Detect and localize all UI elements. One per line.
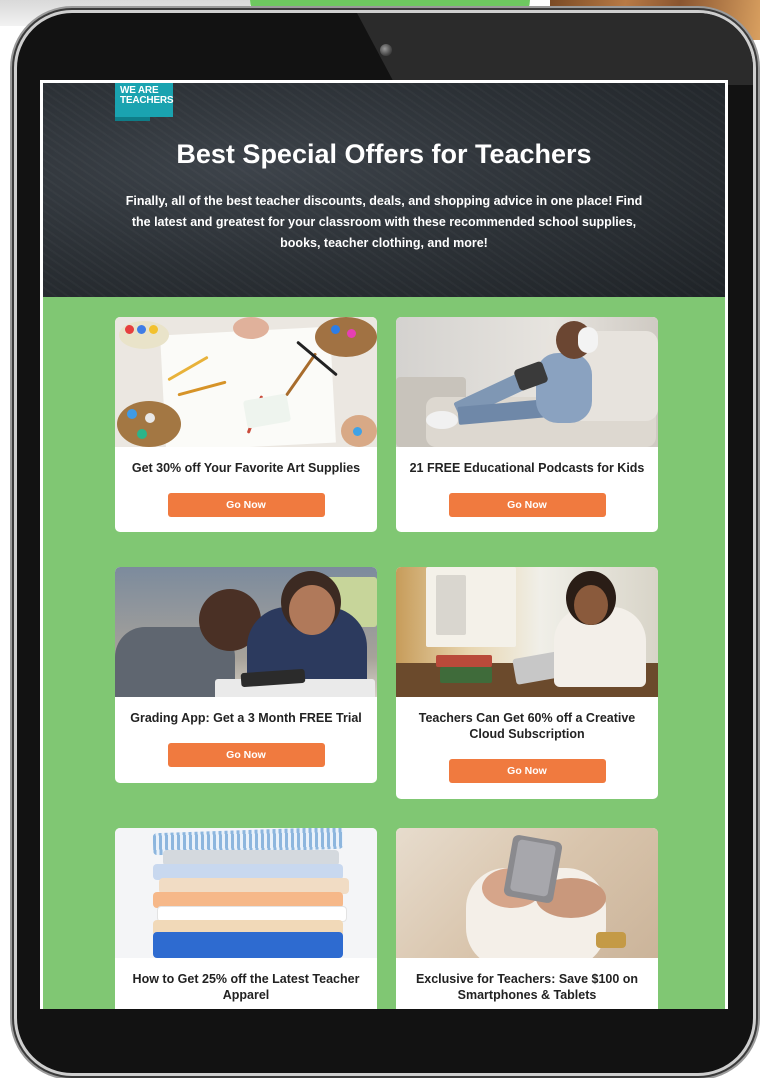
offer-card: Teachers Can Get 60% off a Creative Clou… xyxy=(396,567,658,799)
go-now-button[interactable]: Go Now xyxy=(167,743,325,767)
offer-card: Grading App: Get a 3 Month FREE Trial Go… xyxy=(115,567,377,783)
web-page: WE ARE TEACHERS Best Special Offers for … xyxy=(43,83,725,1009)
logo-line-2: TEACHERS xyxy=(120,95,174,106)
offer-card: Get 30% off Your Favorite Art Supplies G… xyxy=(115,317,377,532)
camera-icon xyxy=(380,44,392,56)
offer-title: Exclusive for Teachers: Save $100 on Sma… xyxy=(415,972,639,1002)
we-are-teachers-logo[interactable]: WE ARE TEACHERS xyxy=(115,83,174,121)
woman-at-laptop-photo xyxy=(396,567,658,697)
offer-title: Get 30% off Your Favorite Art Supplies xyxy=(131,461,361,475)
tablet-reflection xyxy=(357,13,753,85)
folded-shirts-photo xyxy=(115,828,377,958)
kid-with-headphones-photo xyxy=(396,317,658,447)
page-title: Best Special Offers for Teachers xyxy=(176,139,592,169)
offer-card: 21 FREE Educational Podcasts for Kids Go… xyxy=(396,317,658,532)
tablet-screen: WE ARE TEACHERS Best Special Offers for … xyxy=(40,80,728,1009)
offer-title: Grading App: Get a 3 Month FREE Trial xyxy=(130,711,362,725)
art-supplies-photo xyxy=(115,317,377,447)
offer-card: Exclusive for Teachers: Save $100 on Sma… xyxy=(396,828,658,1009)
offer-title: Teachers Can Get 60% off a Creative Clou… xyxy=(418,711,636,741)
kids-with-tablet-photo xyxy=(115,567,377,697)
go-now-button[interactable]: Go Now xyxy=(167,493,325,517)
go-now-button[interactable]: Go Now xyxy=(448,493,606,517)
hands-with-smartphone-photo xyxy=(396,828,658,958)
offer-title: 21 FREE Educational Podcasts for Kids xyxy=(409,461,645,475)
offer-card: How to Get 25% off the Latest Teacher Ap… xyxy=(115,828,377,1009)
page-subtitle: Finally, all of the best teacher discoun… xyxy=(125,194,643,250)
go-now-button[interactable]: Go Now xyxy=(448,759,606,783)
offer-title: How to Get 25% off the Latest Teacher Ap… xyxy=(132,972,360,1002)
